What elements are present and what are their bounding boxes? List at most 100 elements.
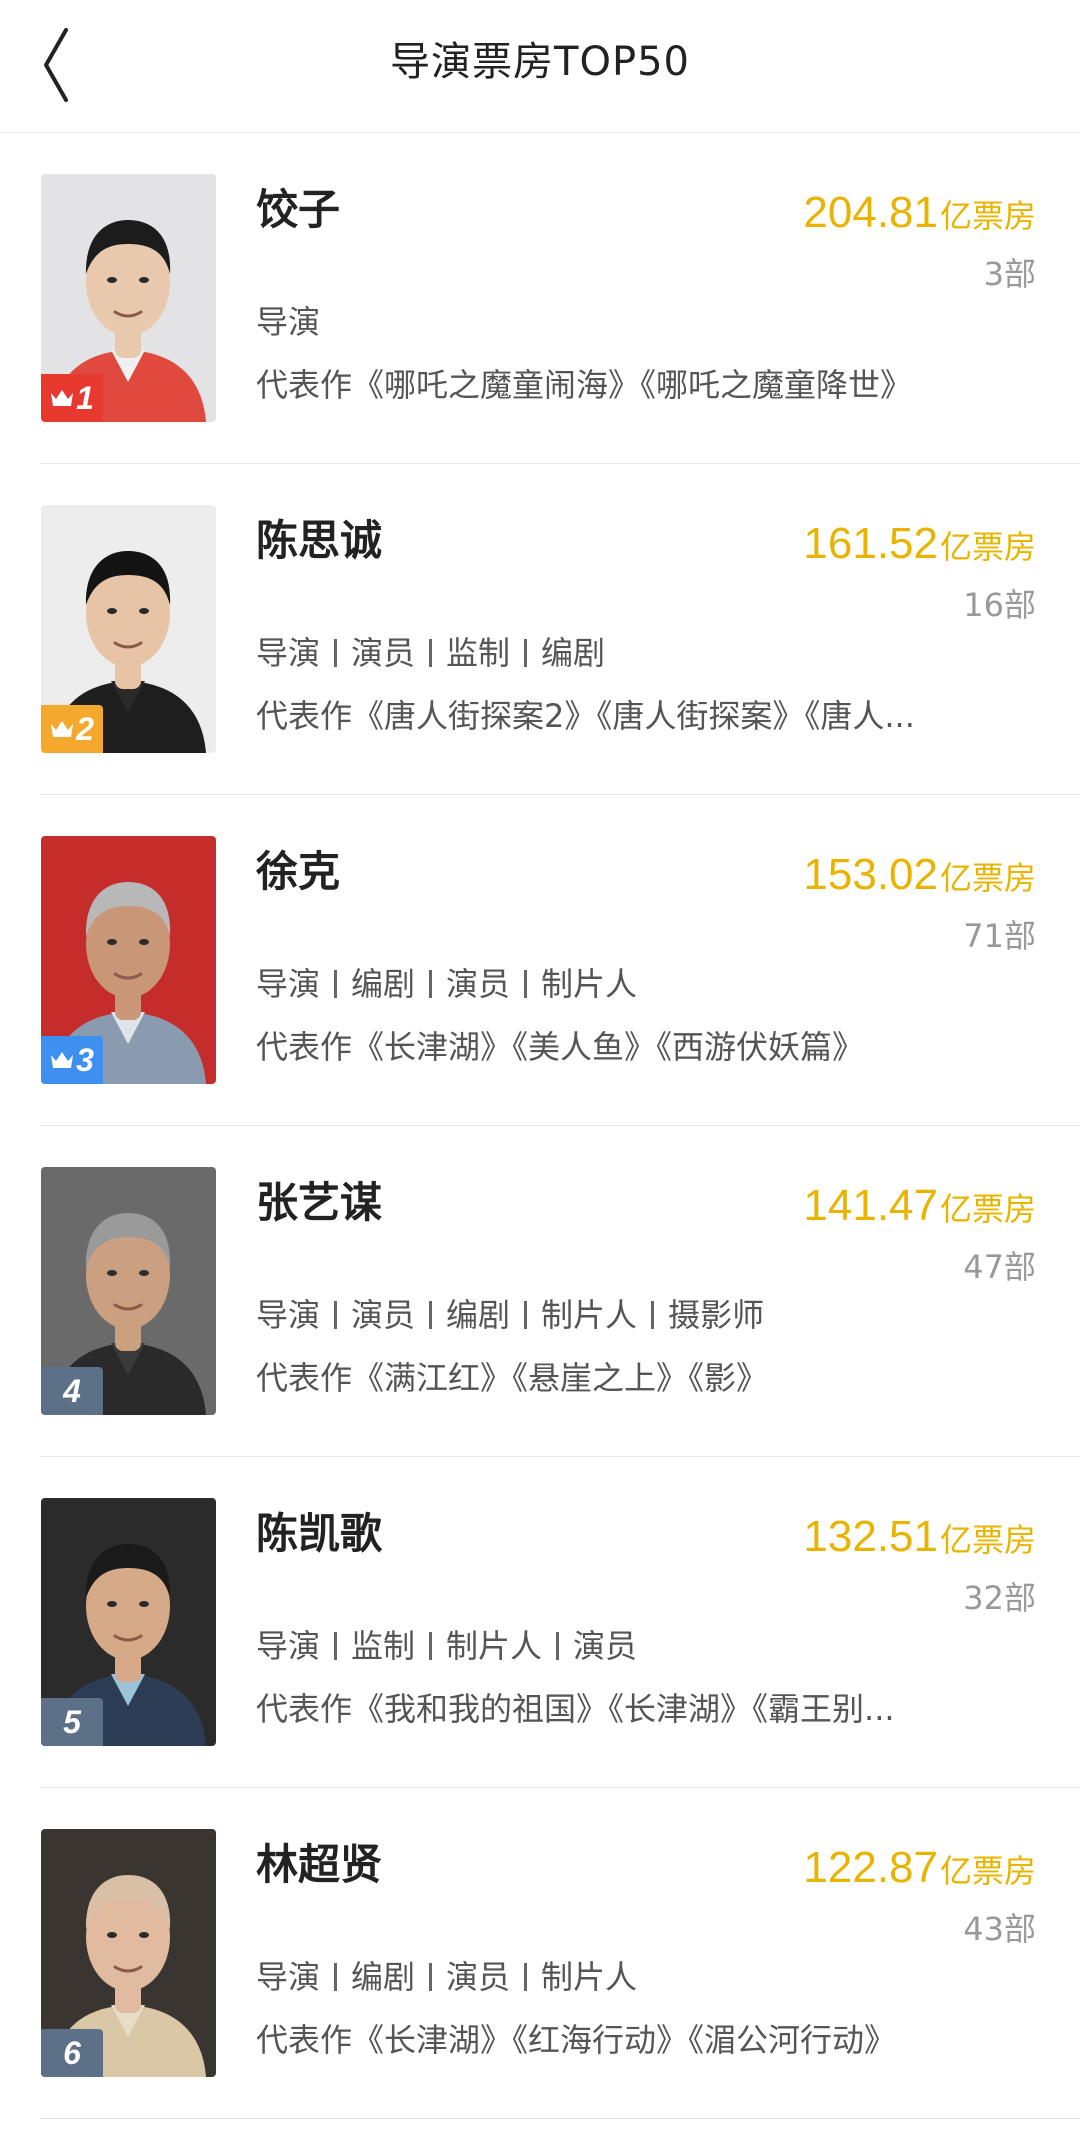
works-titles: 《满江红》《悬崖之上》《影》 (352, 1359, 769, 1397)
rank-number: 6 (63, 2034, 81, 2071)
role-tag: 监制 (446, 634, 511, 672)
director-row[interactable]: 1 饺子 204.81 亿票房 3部 导演 代表作《哪吒之魔童闹海》《哪吒之魔童降世》 (0, 133, 1080, 464)
role-tag: 编剧 (541, 634, 606, 672)
works-prefix: 代表作 (256, 2021, 353, 2059)
role-tag: 编剧 (351, 1958, 416, 1996)
works-prefix: 代表作 (256, 697, 353, 735)
box-office-value: 161.52 (803, 519, 938, 568)
director-list: 1 饺子 204.81 亿票房 3部 导演 代表作《哪吒之魔童闹海》《哪吒之魔童降世》 2 陈思… (0, 133, 1080, 2119)
rank-badge: 4 (41, 1367, 103, 1415)
page-title: 导演票房TOP50 (390, 39, 690, 85)
director-name: 陈思诚 (256, 516, 383, 565)
box-office-value: 204.81 (803, 188, 938, 237)
box-office: 153.02 亿票房 (803, 848, 1036, 905)
role-tag: 编剧 (351, 965, 416, 1003)
director-name: 徐克 (256, 847, 341, 896)
film-count: 32部 (963, 1579, 1036, 1617)
film-count: 43部 (963, 1910, 1036, 1948)
box-office-unit: 亿票房 (939, 528, 1036, 566)
crown-icon (50, 719, 74, 739)
crown-icon (50, 388, 74, 408)
works-prefix: 代表作 (256, 366, 353, 404)
director-name: 张艺谋 (256, 1178, 383, 1227)
director-row[interactable]: 3 徐克 153.02 亿票房 71部 导演 编剧 演员 制片人 代表作《长津湖》《美人鱼》《西游… (0, 795, 1080, 1126)
rank-number: 4 (63, 1372, 81, 1409)
box-office-unit: 亿票房 (939, 1852, 1036, 1890)
role-tag: 编剧 (446, 1296, 511, 1334)
role-separator (334, 639, 338, 667)
role-tag: 演员 (351, 634, 416, 672)
film-count: 47部 (963, 1248, 1036, 1286)
rank-number: 1 (76, 379, 94, 416)
director-photo: 1 (41, 174, 216, 422)
director-row[interactable]: 4 张艺谋 141.47 亿票房 47部 导演 演员 编剧 制片人 摄影师 代表作《满江红》《悬崖之… (0, 1126, 1080, 1457)
director-roles: 导演 演员 监制 编剧 (256, 630, 605, 676)
role-separator (429, 639, 433, 667)
works-prefix: 代表作 (256, 1690, 353, 1728)
role-separator (429, 1963, 433, 1991)
role-separator (334, 1632, 338, 1660)
director-photo: 2 (41, 505, 216, 753)
role-tag: 制片人 (541, 1296, 638, 1334)
director-name: 林超贤 (256, 1840, 383, 1889)
director-roles: 导演 编剧 演员 制片人 (256, 1954, 637, 2000)
rank-number: 3 (76, 1041, 94, 1078)
works-prefix: 代表作 (256, 1028, 353, 1066)
film-count: 16部 (963, 586, 1036, 624)
director-name: 陈凯歌 (256, 1509, 383, 1558)
role-tag: 导演 (256, 303, 321, 341)
box-office-value: 141.47 (803, 1181, 938, 1230)
role-separator (334, 970, 338, 998)
role-tag: 导演 (256, 634, 321, 672)
role-tag: 导演 (256, 1958, 321, 1996)
representative-works: 代表作《长津湖》《红海行动》《湄公河行动》 (256, 2017, 1036, 2063)
director-photo: 5 (41, 1498, 216, 1746)
director-row[interactable]: 5 陈凯歌 132.51 亿票房 32部导演 监制 制片人 演员代表作《我和我的祖国》《长津湖… (0, 1457, 1080, 1788)
role-separator (429, 1301, 433, 1329)
role-tag: 演员 (446, 965, 511, 1003)
role-tag: 演员 (573, 1627, 638, 1665)
rank-number: 5 (63, 1703, 81, 1740)
director-row[interactable]: 2 陈思诚 161.52 亿票房 16部导演 演员 监制 编剧代表作《唐人街探案2》《唐人街探… (0, 464, 1080, 795)
director-photo: 6 (41, 1829, 216, 2077)
role-tag: 监制 (351, 1627, 416, 1665)
box-office-unit: 亿票房 (939, 1521, 1036, 1559)
role-separator (334, 1963, 338, 1991)
role-separator (524, 1301, 528, 1329)
role-separator (334, 1301, 338, 1329)
role-separator (524, 970, 528, 998)
works-titles: 《哪吒之魔童闹海》《哪吒之魔童降世》 (352, 366, 913, 404)
director-name: 饺子 (256, 185, 341, 234)
box-office-unit: 亿票房 (939, 197, 1036, 235)
role-separator (524, 1963, 528, 1991)
director-photo: 3 (41, 836, 216, 1084)
role-tag: 演员 (351, 1296, 416, 1334)
role-tag: 导演 (256, 965, 321, 1003)
box-office-value: 132.51 (803, 1512, 938, 1561)
works-titles: 《长津湖》《红海行动》《湄公河行动》 (352, 2021, 897, 2059)
box-office: 132.51 亿票房 (803, 1510, 1036, 1567)
works-titles: 《长津湖》《美人鱼》《西游伏妖篇》 (352, 1028, 865, 1066)
rank-badge: 5 (41, 1698, 103, 1746)
representative-works: 代表作《我和我的祖国》《长津湖》《霸王别... (256, 1686, 1036, 1732)
box-office-value: 122.87 (803, 1843, 938, 1892)
director-roles: 导演 编剧 演员 制片人 (256, 961, 637, 1007)
works-titles: 《唐人街探案2》《唐人街探案》《唐人... (352, 697, 915, 735)
role-tag: 制片人 (541, 1958, 638, 1996)
box-office-value: 153.02 (803, 850, 938, 899)
role-separator (556, 1632, 560, 1660)
director-row[interactable]: 6 林超贤 122.87 亿票房 43部导演 编剧 演员 制片人代表作《长津湖》《红海行动》《… (0, 1788, 1080, 2119)
director-photo: 4 (41, 1167, 216, 1415)
role-tag: 导演 (256, 1296, 321, 1334)
representative-works: 代表作《长津湖》《美人鱼》《西游伏妖篇》 (256, 1024, 1036, 1070)
role-tag: 导演 (256, 1627, 321, 1665)
rank-badge: 1 (41, 374, 103, 422)
rank-badge: 6 (41, 2029, 103, 2077)
box-office-unit: 亿票房 (939, 859, 1036, 897)
rank-badge: 2 (41, 705, 103, 753)
role-tag: 制片人 (541, 965, 638, 1003)
representative-works: 代表作《唐人街探案2》《唐人街探案》《唐人... (256, 693, 1036, 739)
crown-icon (50, 1050, 74, 1070)
box-office: 204.81 亿票房 (803, 186, 1036, 243)
director-roles: 导演 监制 制片人 演员 (256, 1623, 637, 1669)
